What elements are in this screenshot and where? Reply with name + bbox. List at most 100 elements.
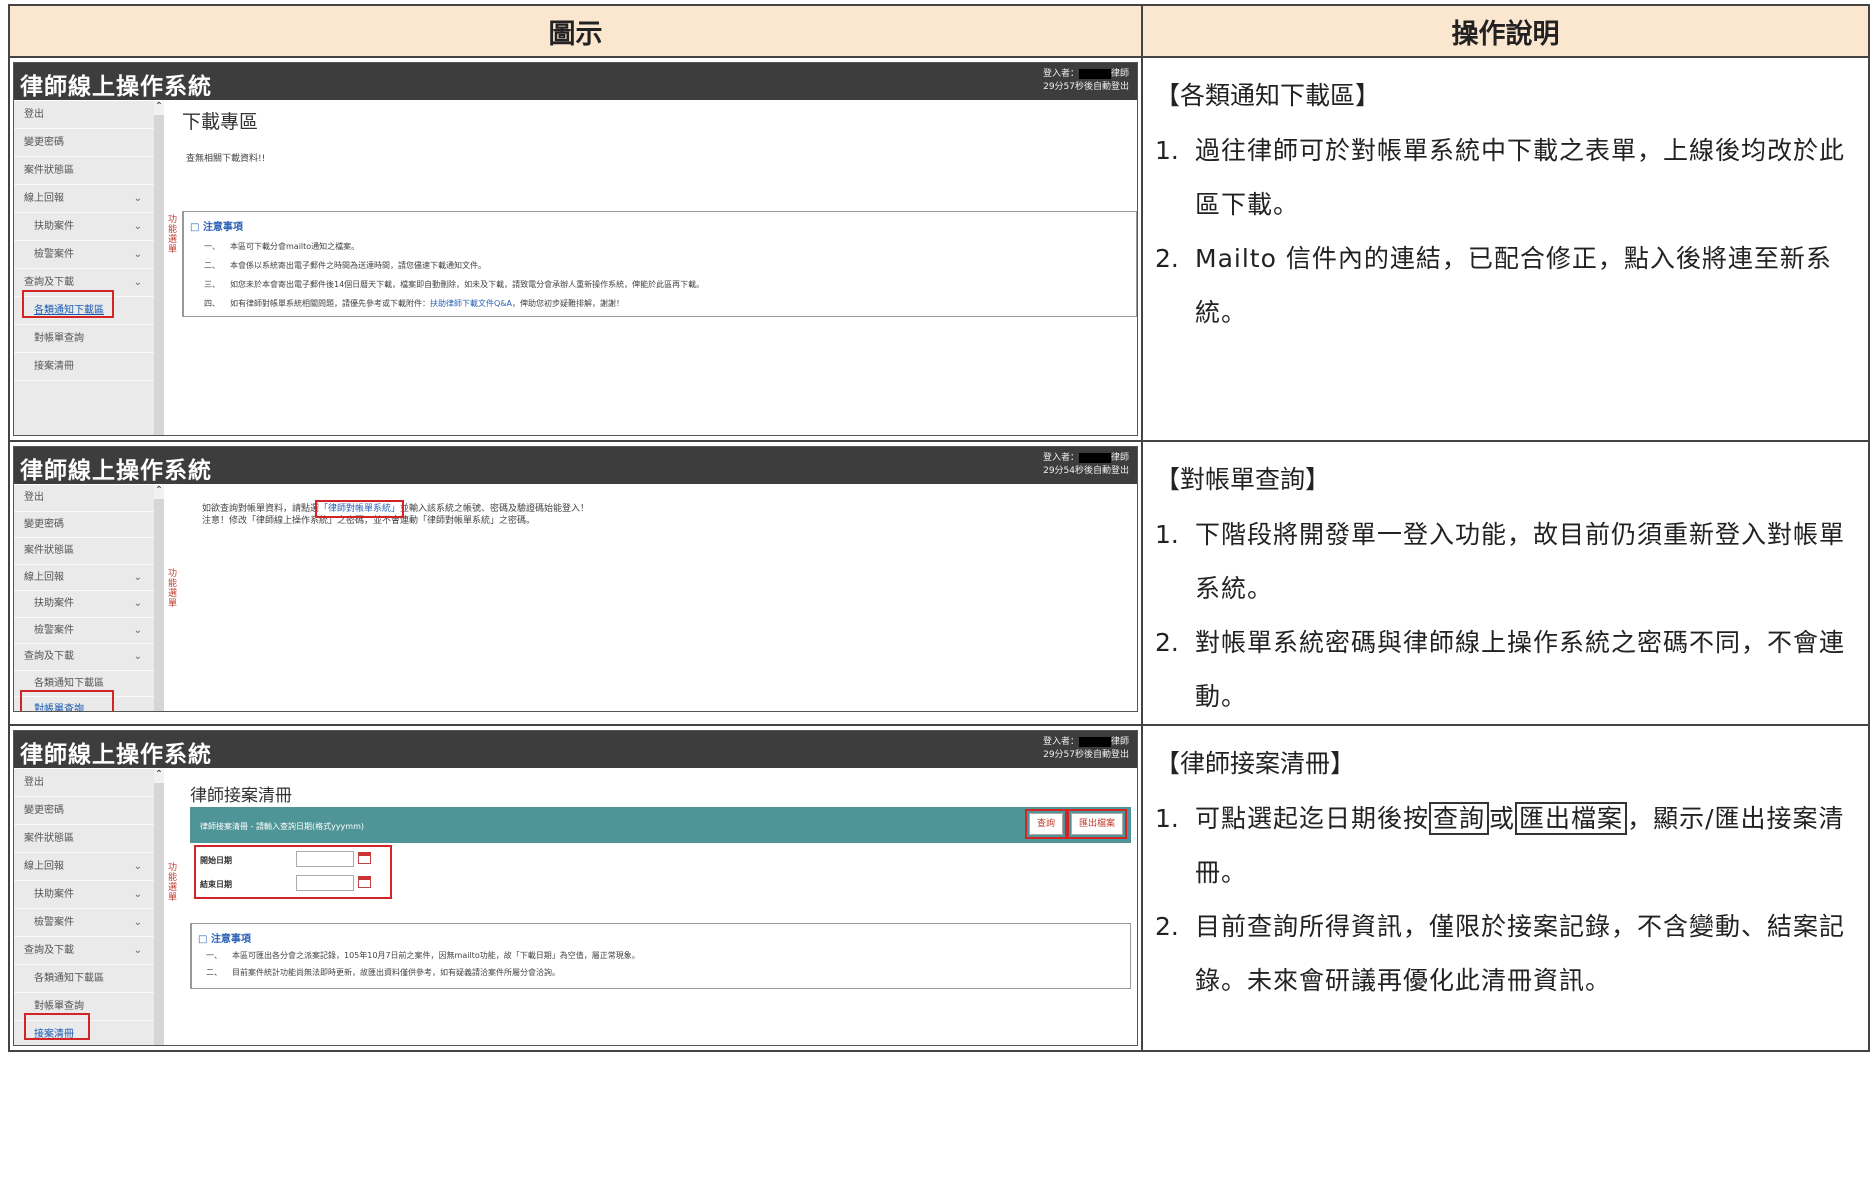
end-date-input[interactable] <box>296 875 354 891</box>
notice-panel: □ 注意事項 一、 本區可下載分會mailto通知之檔案。 二、 本會係以系統寄出電… <box>182 211 1137 317</box>
statement-system-link[interactable]: 「律師對帳單系統」 <box>315 500 405 518</box>
app-header: 律師線上操作系統 登入者： 律師 29分57秒後自動登出 <box>14 731 1137 768</box>
notice-title: □ 注意事項 <box>190 222 243 233</box>
sidebar-item-logout[interactable]: 登出 <box>14 101 154 129</box>
highlight-box <box>22 290 114 318</box>
sidebar-item-case-status[interactable]: 案件狀態區 <box>14 538 154 565</box>
start-date-input[interactable] <box>296 851 354 867</box>
screenshot-statement-query: 律師線上操作系統 登入者： 律師 29分54秒後自動登出 登出 變更密碼 案件狀態… <box>13 446 1138 712</box>
calendar-icon[interactable] <box>358 852 371 864</box>
page-title: 下載專區 <box>182 111 259 133</box>
redacted-name <box>1078 452 1111 463</box>
sidebar-item-notice-download[interactable]: 各類通知下載區 <box>14 965 154 993</box>
instruction-table: 圖示 操作說明 律師線上操作系統 登入者： 律師 29分57秒後自動登出 登出 變… <box>8 4 1870 1052</box>
description-item: 2. 對帳單系統密碼與律師線上操作系統之密碼不同，不會連動。 <box>1155 628 1846 711</box>
menu-toggle-tab[interactable]: 功能選單 <box>168 569 178 609</box>
sidebar-menu: 登出 變更密碼 案件狀態區 線上回報 ⌄ 扶助案件 ⌄ 檢警案件 ⌄ 查詢及下載 ⌄ 各… <box>14 101 154 435</box>
chevron-down-icon: ⌄ <box>133 917 142 928</box>
chevron-down-icon: ⌄ <box>133 571 142 583</box>
app-header: 律師線上操作系統 登入者： 律師 29分54秒後自動登出 <box>14 447 1137 484</box>
sidebar-item-logout[interactable]: 登出 <box>14 485 154 512</box>
sidebar-item-police-case[interactable]: 檢警案件 ⌄ <box>14 909 154 937</box>
sidebar-item-change-password[interactable]: 變更密碼 <box>14 129 154 157</box>
chevron-down-icon: ⌄ <box>133 193 142 204</box>
export-button[interactable]: 匯出檔案 <box>1067 809 1127 839</box>
user-info: 登入者： 律師 29分57秒後自動登出 <box>1042 68 1129 92</box>
statement-instruction: 如欲查詢對帳單資料，請點選「律師對帳單系統」並輸入該系統之帳號、密碼及驗證碼始能… <box>202 500 590 526</box>
notice-title: □ 注意事項 <box>198 934 251 945</box>
sidebar-item-statement-query[interactable]: 對帳單查詢 <box>14 325 154 353</box>
description-cell-case-list: 【律師接案清冊】 1. 可點選起迄日期後按 查詢或匯出檔案 ，顯示/匯出接案清冊。 2… <box>1141 724 1870 1052</box>
logout-timer: 29分54秒後自動登出 <box>1043 466 1129 476</box>
highlight-box <box>24 1013 90 1040</box>
sidebar-item-online-report[interactable]: 線上回報 ⌄ <box>14 565 154 591</box>
notice-item: 四、 如有律師對帳單系統相關問題，請優先參考或下載附件：扶助律師下載文件Q&A，俾… <box>204 299 625 308</box>
figure-cell-notice-download: 律師線上操作系統 登入者： 律師 29分57秒後自動登出 登出 變更密碼 案件狀態… <box>8 56 1143 442</box>
main-content: 律師接案清冊 律師接案清冊 - 請輸入查詢日期(格式yyymm) 查詢 匯出檔案… <box>182 769 1137 1045</box>
start-date-label: 開始日期 <box>200 856 232 865</box>
section-heading: 【各類通知下載區】 <box>1155 81 1381 110</box>
highlight-box <box>20 690 114 711</box>
sidebar-item-case-list[interactable]: 接案清冊 <box>14 353 154 381</box>
sidebar-scrollbar[interactable] <box>154 485 164 711</box>
logout-timer: 29分57秒後自動登出 <box>1043 750 1129 760</box>
menu-toggle-tab[interactable]: 功能選單 <box>168 863 178 903</box>
sidebar-menu: 登出 變更密碼 案件狀態區 線上回報 ⌄ 扶助案件 ⌄ 檢警案件 ⌄ 查詢及下載 ⌄ 各… <box>14 485 154 711</box>
end-date-label: 結束日期 <box>200 880 232 889</box>
user-info: 登入者： 律師 29分54秒後自動登出 <box>1042 452 1129 476</box>
description-cell-statement-query: 【對帳單查詢】 1. 下階段將開發單一登入功能，故目前仍須重新登入對帳單系統。 2… <box>1141 440 1870 726</box>
notice-item: 三、 如您未於本會寄出電子郵件後14個日曆天下載，檔案即自動刪除，如未及下載，請致… <box>204 280 705 289</box>
notice-panel: □ 注意事項 一、 本區可匯出各分會之派案記錄，105年10月7日前之案件，因無m… <box>190 923 1131 989</box>
notice-item: 一、 本區可下載分會mailto通知之檔案。 <box>204 242 360 251</box>
description-item: 2. 目前查詢所得資訊，僅限於接案記錄，不含變動、結案記錄。未來會研議再優化此清冊… <box>1155 912 1846 995</box>
chevron-down-icon: ⌄ <box>133 221 142 232</box>
notice-item: 二、 本會係以系統寄出電子郵件之時間為送達時間，請您儘速下載通知文件。 <box>204 261 486 270</box>
figure-cell-statement-query: 律師線上操作系統 登入者： 律師 29分54秒後自動登出 登出 變更密碼 案件狀態… <box>8 440 1143 726</box>
main-content: 下載專區 查無相關下載資料!! □ 注意事項 一、 本區可下載分會mailto通知… <box>182 101 1137 435</box>
sidebar-item-change-password[interactable]: 變更密碼 <box>14 797 154 825</box>
sidebar-item-online-report[interactable]: 線上回報 ⌄ <box>14 185 154 213</box>
main-content: 如欲查詢對帳單資料，請點選「律師對帳單系統」並輸入該系統之帳號、密碼及驗證碼始能… <box>182 485 1137 711</box>
sidebar-item-case-status[interactable]: 案件狀態區 <box>14 157 154 185</box>
description-cell-notice-download: 【各類通知下載區】 1. 過往律師可於對帳單系統中下載之表單，上線後均改於此區下載… <box>1141 56 1870 442</box>
qa-download-link[interactable]: 扶助律師下載文件Q&A <box>430 299 512 308</box>
sidebar-scrollbar[interactable] <box>154 769 164 1045</box>
sidebar-item-logout[interactable]: 登出 <box>14 769 154 797</box>
chevron-down-icon: ⌄ <box>133 861 142 872</box>
sidebar-item-case-status[interactable]: 案件狀態區 <box>14 825 154 853</box>
menu-toggle-tab[interactable]: 功能選單 <box>168 215 178 255</box>
sidebar-item-police-case[interactable]: 檢警案件 ⌄ <box>14 241 154 269</box>
description-item: 2. Mailto 信件內的連結，已配合修正，點入後將連至新系統。 <box>1155 244 1832 327</box>
logout-timer: 29分57秒後自動登出 <box>1043 82 1129 92</box>
sidebar-item-query-download[interactable]: 查詢及下載 ⌄ <box>14 937 154 965</box>
calendar-icon[interactable] <box>358 876 371 888</box>
sidebar-item-change-password[interactable]: 變更密碼 <box>14 512 154 538</box>
chevron-down-icon: ⌄ <box>133 651 142 662</box>
redacted-name <box>1078 68 1111 79</box>
export-button-reference: 匯出檔案 <box>1515 802 1628 835</box>
notice-item: 二、 目前案件統計功能尚無法即時更新，故匯出資料僅供參考，如有疑義請洽案件所屬分會… <box>206 968 560 977</box>
query-button[interactable]: 查詢 <box>1025 809 1067 839</box>
sidebar-item-aid-case[interactable]: 扶助案件 ⌄ <box>14 881 154 909</box>
figure-cell-case-list: 律師線上操作系統 登入者： 律師 29分57秒後自動登出 登出 變更密碼 案件狀態… <box>8 724 1143 1052</box>
chevron-up-icon[interactable]: ⌃ <box>154 485 164 499</box>
header-description: 操作說明 <box>1141 4 1870 58</box>
app-header: 律師線上操作系統 登入者： 律師 29分57秒後自動登出 <box>14 63 1137 100</box>
sidebar-item-aid-case[interactable]: 扶助案件 ⌄ <box>14 591 154 618</box>
sidebar-item-aid-case[interactable]: 扶助案件 ⌄ <box>14 213 154 241</box>
chevron-down-icon: ⌄ <box>133 624 142 636</box>
chevron-down-icon: ⌄ <box>133 598 142 609</box>
sidebar-scrollbar[interactable] <box>154 101 164 435</box>
description-item: 1. 下階段將開發單一登入功能，故目前仍須重新登入對帳單系統。 <box>1155 520 1846 603</box>
sidebar-item-police-case[interactable]: 檢警案件 ⌄ <box>14 618 154 644</box>
sidebar-menu: 登出 變更密碼 案件狀態區 線上回報 ⌄ 扶助案件 ⌄ 檢警案件 ⌄ 查詢及下載 ⌄ 各… <box>14 769 154 1045</box>
chevron-up-icon[interactable]: ⌃ <box>154 769 164 783</box>
chevron-up-icon[interactable]: ⌃ <box>154 101 164 115</box>
sidebar-item-online-report[interactable]: 線上回報 ⌄ <box>14 853 154 881</box>
notice-item: 一、 本區可匯出各分會之派案記錄，105年10月7日前之案件，因無mailto功能… <box>206 951 640 960</box>
empty-message: 查無相關下載資料!! <box>186 154 266 164</box>
query-bar: 律師接案清冊 - 請輸入查詢日期(格式yyymm) <box>190 807 1131 843</box>
query-button-reference: 查詢 <box>1429 802 1490 835</box>
section-heading: 【對帳單查詢】 <box>1155 465 1331 494</box>
sidebar-item-query-download[interactable]: 查詢及下載 ⌄ <box>14 644 154 671</box>
